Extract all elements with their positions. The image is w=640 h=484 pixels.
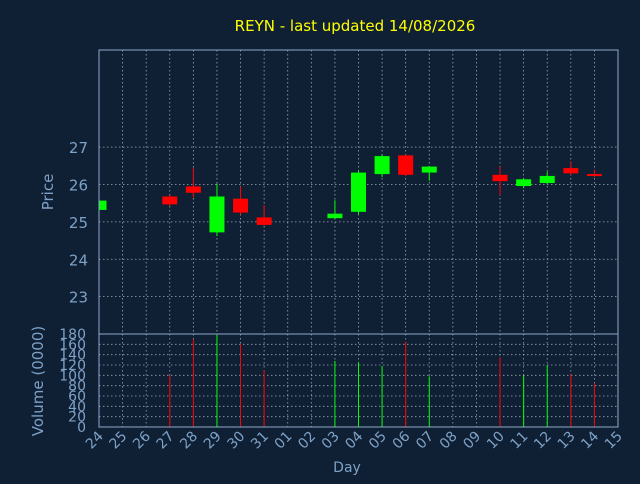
x-tick-label: 07 xyxy=(413,429,437,453)
x-tick-label: 24 xyxy=(83,428,107,452)
volume-axis-label: Volume (0000) xyxy=(29,326,47,436)
x-tick-label: 27 xyxy=(154,429,178,453)
chart-marks: 232425262702040608010012014016018024 25 26… xyxy=(59,49,626,453)
price-tick-label: 27 xyxy=(69,139,88,157)
price-axis-label: Price xyxy=(39,174,57,211)
x-tick-label: 09 xyxy=(460,429,484,453)
x-tick-label: 30 xyxy=(224,429,248,453)
candle-body xyxy=(185,186,201,193)
candle-body xyxy=(209,196,225,233)
x-tick-label: 11 xyxy=(508,429,532,453)
x-tick-label: 08 xyxy=(437,429,461,453)
price-tick-label: 23 xyxy=(69,289,88,307)
candle-body xyxy=(233,198,249,213)
x-tick-label: 01 xyxy=(272,429,296,453)
stock-chart: REYN - last updated 14/08/2026 Price Vol… xyxy=(29,17,626,476)
candle-body xyxy=(492,174,508,182)
x-tick-label: 06 xyxy=(390,428,414,452)
x-axis-label: Day xyxy=(333,460,361,476)
price-tick-label: 25 xyxy=(69,214,88,232)
candle-body xyxy=(539,175,555,184)
x-tick-label: 14 xyxy=(578,428,602,452)
candle-body xyxy=(398,155,414,175)
candle-body xyxy=(563,168,579,174)
x-tick-label: 28 xyxy=(177,429,201,453)
x-tick-label: 10 xyxy=(484,429,508,453)
x-tick-label: 03 xyxy=(319,429,343,453)
candle-body xyxy=(374,156,390,175)
price-tick-label: 24 xyxy=(69,251,88,269)
candle-body xyxy=(162,196,178,205)
x-tick-label: 31 xyxy=(248,429,272,453)
x-tick-label: 04 xyxy=(342,428,366,452)
volume-tick-label: 180 xyxy=(59,327,86,343)
x-tick-label: 12 xyxy=(531,429,555,453)
x-tick-label: 02 xyxy=(295,429,319,453)
x-tick-label: 26 xyxy=(130,428,154,452)
x-tick-label: 25 xyxy=(106,429,130,453)
chart-stage: REYN - last updated 14/08/2026 Price Vol… xyxy=(0,0,640,480)
x-tick-label: 29 xyxy=(201,429,225,453)
candle-body xyxy=(421,166,437,173)
x-tick-label: 15 xyxy=(602,429,626,453)
price-tick-label: 26 xyxy=(69,177,88,195)
x-tick-label: 13 xyxy=(555,429,579,453)
x-tick-label: 05 xyxy=(366,429,390,453)
candle-body xyxy=(327,213,343,219)
candle-body xyxy=(586,174,602,177)
candle-body xyxy=(516,179,532,187)
candle-body xyxy=(351,172,366,212)
chart-title: REYN - last updated 14/08/2026 xyxy=(235,17,476,35)
candle-body xyxy=(256,217,272,225)
